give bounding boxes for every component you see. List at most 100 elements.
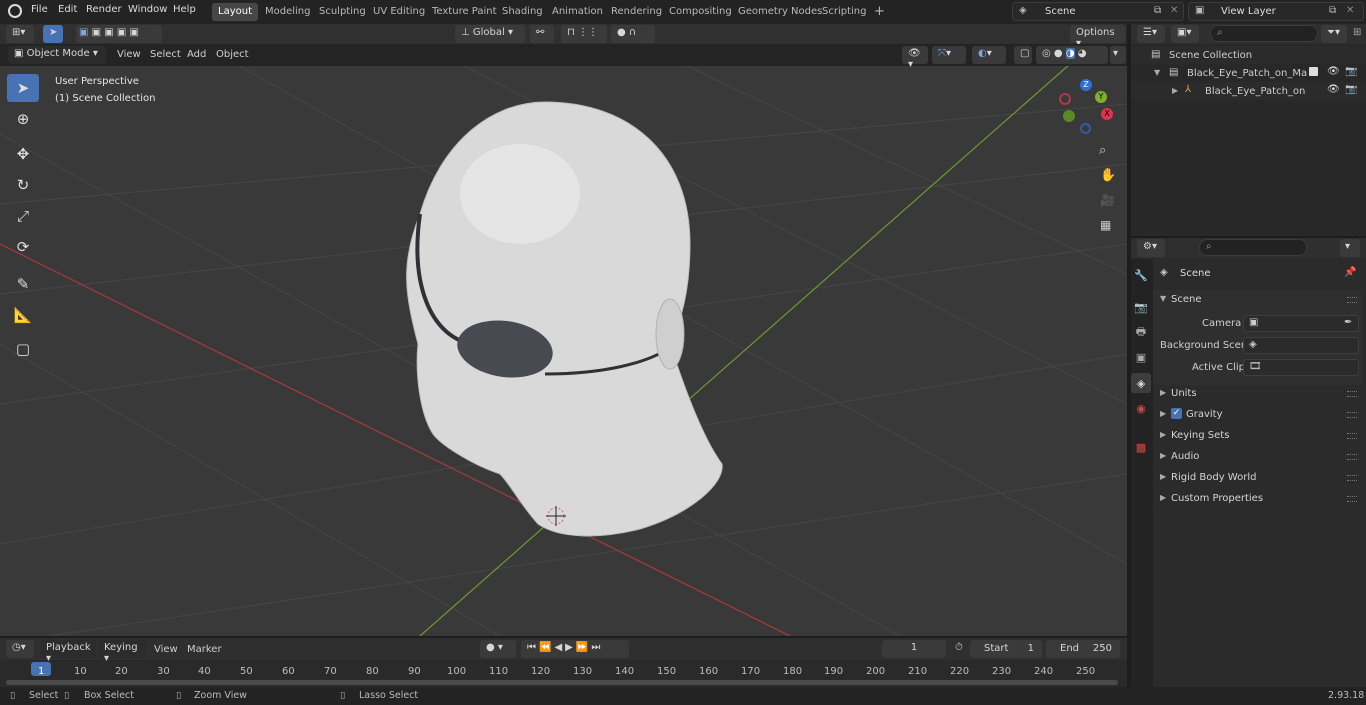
properties-search-input[interactable]: ⌕ bbox=[1199, 239, 1307, 256]
viewport-menu-object[interactable]: Object bbox=[216, 49, 249, 60]
tab-modeling[interactable]: Modeling bbox=[259, 3, 317, 21]
select-box-tool-icon[interactable]: ➤ bbox=[7, 74, 39, 102]
shading-options-icon[interactable]: ▾ bbox=[1110, 46, 1126, 64]
active-clip-field[interactable]: 🎞 bbox=[1243, 359, 1359, 376]
zoom-icon[interactable]: ⌕ bbox=[1099, 143, 1106, 158]
drag-handle-icon[interactable] bbox=[1347, 412, 1357, 418]
jump-start-icon[interactable]: ⏮ bbox=[527, 642, 539, 653]
view-layer-tab-icon[interactable]: ▣ bbox=[1131, 347, 1151, 367]
drag-handle-icon[interactable] bbox=[1347, 297, 1357, 303]
3d-viewport[interactable]: ➤ ⊕ ✥ ↻ ⤢ ⟳ ✎ 📐 ▢ User Perspective (1) S… bbox=[0, 44, 1127, 636]
viewport-menu-select[interactable]: Select bbox=[150, 49, 181, 60]
material-shading-icon[interactable]: ◑ bbox=[1065, 48, 1075, 59]
gravity-panel[interactable]: ▶ ✓ Gravity bbox=[1153, 405, 1363, 425]
add-workspace-icon[interactable]: + bbox=[868, 1, 891, 19]
transform-orientation-dropdown[interactable]: ⊥ Global ▾ bbox=[455, 25, 525, 43]
timeline-menu-view[interactable]: View bbox=[154, 644, 178, 655]
annotate-tool-icon[interactable]: ✎ bbox=[7, 270, 39, 298]
gizmo-x-axis[interactable]: X bbox=[1101, 108, 1113, 120]
tab-shading[interactable]: Shading bbox=[496, 3, 549, 21]
solid-shading-icon[interactable]: ● bbox=[1054, 48, 1063, 59]
gizmo-neg-x[interactable] bbox=[1059, 93, 1071, 105]
audio-panel[interactable]: ▶ Audio bbox=[1153, 447, 1363, 467]
drag-handle-icon[interactable] bbox=[1347, 454, 1357, 460]
tab-uv-editing[interactable]: UV Editing bbox=[367, 3, 431, 21]
gizmo-y-axis[interactable]: Y bbox=[1095, 91, 1107, 103]
play-reverse-icon[interactable]: ◀ bbox=[554, 642, 565, 653]
visibility-icon[interactable]: 👁▾ bbox=[902, 46, 928, 70]
next-keyframe-icon[interactable]: ⏩ bbox=[576, 642, 591, 653]
mode-new-icon[interactable]: ▣ bbox=[79, 27, 88, 38]
world-tab-icon[interactable]: ◉ bbox=[1131, 398, 1151, 418]
timeline-scrollbar[interactable] bbox=[6, 680, 1118, 685]
camera-field[interactable]: ▣ ✒ bbox=[1243, 315, 1359, 332]
selection-mode-buttons[interactable]: ▣ ▣ ▣ ▣ ▣ bbox=[76, 25, 162, 43]
scene-tab-icon[interactable]: ◈ bbox=[1131, 373, 1151, 393]
navigation-gizmo[interactable]: Z Y X bbox=[1058, 79, 1118, 134]
menu-edit[interactable]: Edit bbox=[58, 4, 77, 15]
tab-scripting[interactable]: Scripting bbox=[816, 3, 872, 21]
outliner-row-object[interactable]: ▶ ⅄ Black_Eye_Patch_on_Mar 👁 📷 bbox=[1131, 82, 1366, 100]
drag-handle-icon[interactable] bbox=[1347, 433, 1357, 439]
pan-hand-icon[interactable]: ✋ bbox=[1100, 168, 1116, 183]
add-cube-tool-icon[interactable]: ▢ bbox=[7, 335, 39, 363]
menu-file[interactable]: File bbox=[31, 4, 48, 15]
xray-icon[interactable]: ▢ bbox=[1014, 46, 1032, 64]
camera-view-icon[interactable]: 🎥 bbox=[1100, 193, 1115, 207]
start-frame-field[interactable]: Start 1 bbox=[970, 640, 1042, 658]
playback-controls[interactable]: ⏮⏪◀▶⏩⏭ bbox=[521, 640, 629, 658]
object-mode-dropdown[interactable]: ▣ Object Mode ▾ bbox=[8, 46, 106, 64]
tab-sculpting[interactable]: Sculpting bbox=[313, 3, 372, 21]
render-camera-icon[interactable]: 📷 bbox=[1345, 66, 1357, 77]
include-checkbox[interactable] bbox=[1309, 67, 1318, 76]
rigid-body-world-panel[interactable]: ▶ Rigid Body World bbox=[1153, 468, 1363, 488]
tool-select-icon[interactable]: ➤ bbox=[43, 25, 63, 43]
stopwatch-icon[interactable]: ⏱ bbox=[955, 642, 963, 653]
playback-dropdown[interactable]: Playback ▾ bbox=[40, 640, 96, 664]
timeline-menu-marker[interactable]: Marker bbox=[187, 644, 222, 655]
outliner-search-input[interactable]: ⌕ bbox=[1210, 25, 1318, 42]
rotate-tool-icon[interactable]: ↻ bbox=[7, 171, 39, 199]
copy-icon[interactable]: ⧉ bbox=[1329, 5, 1336, 16]
pin-icon[interactable]: 📌 bbox=[1344, 267, 1356, 278]
menu-render[interactable]: Render bbox=[86, 4, 122, 15]
pivot-icon[interactable]: ⚯ bbox=[530, 25, 554, 43]
prev-keyframe-icon[interactable]: ⏪ bbox=[539, 642, 554, 653]
menu-help[interactable]: Help bbox=[173, 4, 196, 15]
jump-end-icon[interactable]: ⏭ bbox=[591, 642, 603, 653]
perspective-toggle-icon[interactable]: ▦ bbox=[1100, 218, 1111, 232]
timeline-editor-type-icon[interactable]: ◷▾ bbox=[6, 640, 34, 658]
viewport-menu-add[interactable]: Add bbox=[187, 49, 206, 60]
copy-icon[interactable]: ⧉ bbox=[1154, 5, 1161, 16]
keying-dropdown[interactable]: Keying ▾ bbox=[98, 640, 146, 664]
expand-icon[interactable]: ▶ bbox=[1172, 86, 1178, 95]
editor-type-icon[interactable]: ⊞▾ bbox=[6, 25, 34, 43]
texture-tab-icon[interactable]: ▩ bbox=[1131, 437, 1151, 457]
outliner-row-collection[interactable]: ▼ ▤ Black_Eye_Patch_on_Mannequ 👁 📷 bbox=[1131, 64, 1366, 82]
play-icon[interactable]: ▶ bbox=[565, 642, 576, 653]
record-icon[interactable]: ● ▾ bbox=[480, 640, 516, 658]
move-tool-icon[interactable]: ✥ bbox=[7, 140, 39, 168]
new-collection-icon[interactable]: ⊞ bbox=[1353, 27, 1361, 38]
transform-tool-icon[interactable]: ⟳ bbox=[7, 233, 39, 261]
eye-icon[interactable]: 👁 bbox=[1327, 84, 1340, 95]
gizmo-neg-z[interactable] bbox=[1080, 123, 1091, 134]
properties-editor-type-icon[interactable]: ⚙▾ bbox=[1137, 239, 1165, 257]
tab-geometry-nodes[interactable]: Geometry Nodes bbox=[732, 3, 828, 21]
filter-icon[interactable]: ⏷▾ bbox=[1321, 25, 1347, 43]
overlay-toggle-icon[interactable]: ◐▾ bbox=[972, 46, 1006, 64]
expand-icon[interactable]: ▼ bbox=[1154, 68, 1160, 77]
viewport-menu-view[interactable]: View bbox=[117, 49, 141, 60]
measure-tool-icon[interactable]: 📐 bbox=[7, 301, 39, 329]
tab-layout[interactable]: Layout bbox=[212, 3, 258, 21]
keying-sets-panel[interactable]: ▶ Keying Sets bbox=[1153, 426, 1363, 446]
options-dropdown[interactable]: Options ▾ bbox=[1070, 25, 1125, 49]
cursor-tool-icon[interactable]: ⊕ bbox=[7, 105, 39, 133]
tool-settings-tab-icon[interactable]: 🔧 bbox=[1131, 265, 1151, 285]
blender-logo-icon[interactable] bbox=[8, 4, 22, 18]
eyedropper-icon[interactable]: ✒ bbox=[1344, 317, 1352, 328]
tab-texture-paint[interactable]: Texture Paint bbox=[426, 3, 503, 21]
tab-compositing[interactable]: Compositing bbox=[663, 3, 738, 21]
render-camera-icon[interactable]: 📷 bbox=[1345, 84, 1357, 95]
tab-rendering[interactable]: Rendering bbox=[605, 3, 668, 21]
